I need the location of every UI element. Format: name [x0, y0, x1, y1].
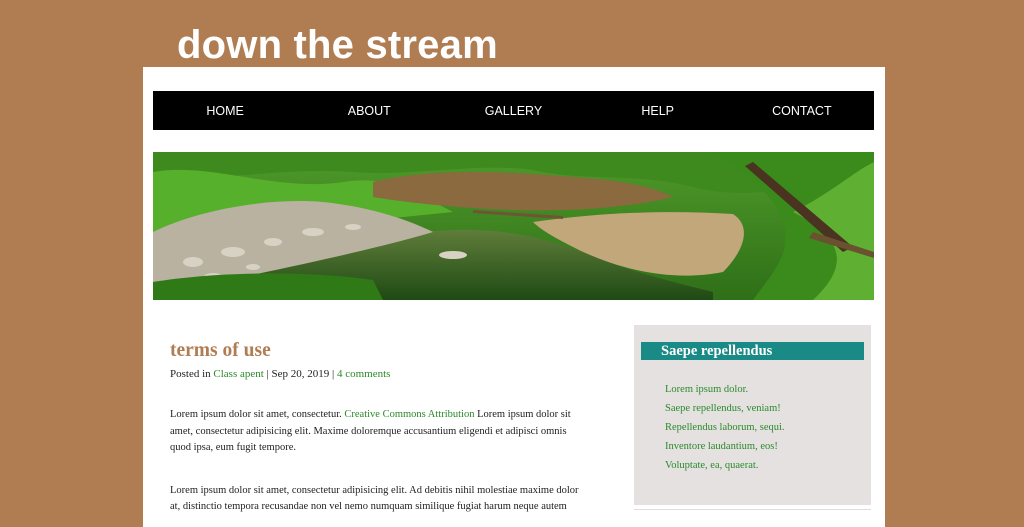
page-container: HOME ABOUT GALLERY HELP CONTACT terms of… [143, 67, 885, 527]
hero-image [153, 152, 874, 300]
nav-contact[interactable]: CONTACT [730, 104, 874, 118]
sidebar-divider [634, 509, 871, 510]
paragraph-text: Lorem ipsum dolor sit amet, consectetur. [170, 409, 342, 420]
post-meta: Posted in Class apent | Sep 20, 2019 | 4… [170, 367, 590, 381]
site-title[interactable]: down the stream [177, 20, 498, 70]
comments-link[interactable]: 4 comments [337, 368, 390, 380]
nav-about[interactable]: ABOUT [297, 104, 441, 118]
main-content: terms of use Posted in Class apent | Sep… [170, 339, 590, 516]
post-date: Sep 20, 2019 [271, 368, 330, 380]
widget-link[interactable]: Saepe repellendus, veniam! [665, 399, 785, 418]
category-link[interactable]: Class apent [213, 368, 263, 380]
widget-link[interactable]: Lorem ipsum dolor. [665, 380, 785, 399]
sidebar-widget: Saepe repellendus Lorem ipsum dolor. Sae… [634, 325, 871, 505]
post-paragraph: Lorem ipsum dolor sit amet, consectetur.… [170, 407, 590, 457]
main-nav: HOME ABOUT GALLERY HELP CONTACT [153, 91, 874, 130]
post-title[interactable]: terms of use [170, 339, 590, 363]
widget-link[interactable]: Inventore laudantium, eos! [665, 437, 785, 456]
creative-commons-link[interactable]: Creative Commons Attribution [344, 409, 474, 420]
widget-title: Saepe repellendus [641, 342, 864, 360]
widget-link-list: Lorem ipsum dolor. Saepe repellendus, ve… [665, 380, 785, 475]
post-paragraph: Lorem ipsum dolor sit amet, consectetur … [170, 484, 579, 513]
meta-separator: | [332, 368, 335, 380]
nav-home[interactable]: HOME [153, 104, 297, 118]
nav-gallery[interactable]: GALLERY [441, 104, 585, 118]
nav-help[interactable]: HELP [586, 104, 730, 118]
meta-separator: | [266, 368, 269, 380]
stream-landscape-image [153, 152, 874, 300]
posted-in-label: Posted in [170, 368, 211, 380]
widget-link[interactable]: Repellendus laborum, sequi. [665, 418, 785, 437]
widget-link[interactable]: Voluptate, ea, quaerat. [665, 456, 785, 475]
